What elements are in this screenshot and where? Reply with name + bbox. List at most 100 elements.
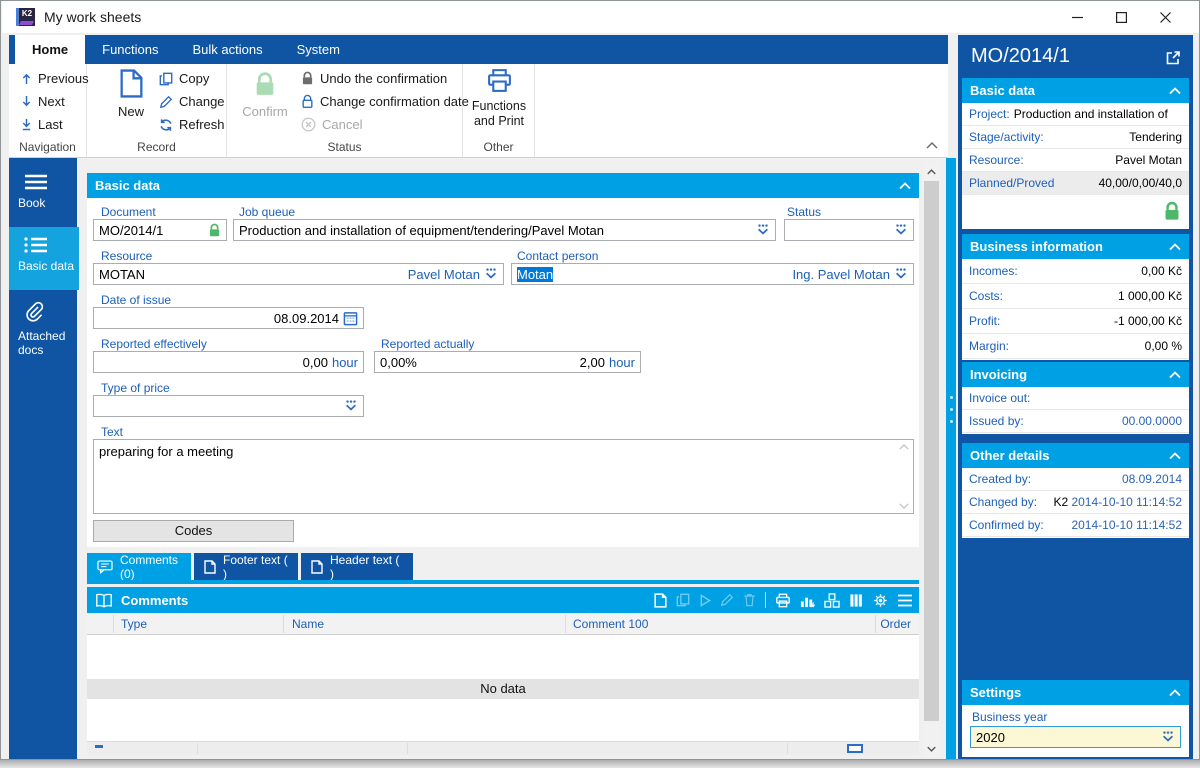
reported-effectively-input[interactable]: 0,00 hour xyxy=(93,351,364,373)
new-button[interactable]: New xyxy=(109,69,153,119)
column-order[interactable]: Order xyxy=(880,613,911,635)
open-book-icon xyxy=(95,593,113,608)
scrollbar-thumb[interactable] xyxy=(924,181,939,721)
toolbar-separator xyxy=(765,592,766,608)
contact-person-label: Contact person xyxy=(517,249,599,263)
collapse-section-icon[interactable] xyxy=(1169,87,1181,94)
sidebar-item-basic-data[interactable]: Basic data xyxy=(9,227,79,290)
group-label-other: Other xyxy=(483,140,514,154)
cubes-icon[interactable] xyxy=(824,592,840,608)
confirm-button[interactable]: Confirm xyxy=(239,71,291,119)
app-window: K2 My work sheets Home Functions Bulk ac… xyxy=(0,0,1200,760)
ribbon-group-status: Confirm Undo the confirmation Change con… xyxy=(227,64,469,157)
info-row: Incomes: 0,00 Kč xyxy=(962,259,1189,284)
functions-and-print-button[interactable]: Functions and Print xyxy=(467,68,531,129)
previous-button[interactable]: Previous xyxy=(21,68,89,89)
document-icon xyxy=(311,559,323,574)
collapse-section-icon[interactable] xyxy=(1169,371,1181,378)
collapse-section-icon[interactable] xyxy=(1169,452,1181,459)
scrollbar-down-icon[interactable] xyxy=(923,740,940,757)
cancel-button[interactable]: Cancel xyxy=(301,114,362,135)
lock-blue-outline-icon xyxy=(301,94,314,109)
dropdown-icon[interactable] xyxy=(344,399,358,413)
copy-record-icon[interactable] xyxy=(676,593,690,607)
menu-hamburger-icon[interactable] xyxy=(897,594,913,607)
dropdown-icon[interactable] xyxy=(756,223,770,237)
dropdown-icon[interactable] xyxy=(1161,730,1175,744)
column-type[interactable]: Type xyxy=(121,613,147,635)
status-input[interactable] xyxy=(784,219,914,241)
contact-person-input[interactable]: Motan Ing. Pavel Motan xyxy=(511,263,914,285)
new-record-icon[interactable] xyxy=(654,592,667,608)
copy-button[interactable]: Copy xyxy=(159,68,209,89)
scroll-down-icon[interactable] xyxy=(899,503,909,509)
lock-dark-icon xyxy=(301,71,314,86)
dropdown-icon[interactable] xyxy=(894,267,908,281)
scrollbar-up-icon[interactable] xyxy=(923,163,940,180)
arrow-down-icon xyxy=(21,95,32,108)
tab-header-text[interactable]: Header text ( ) xyxy=(301,553,413,581)
lock-blue-outline-icon-item[interactable]: Change confirmation date xyxy=(301,91,469,112)
columns-icon[interactable] xyxy=(849,593,864,608)
collapse-section-icon[interactable] xyxy=(899,182,911,189)
date-of-issue-input[interactable]: 08.09.2014 xyxy=(93,307,364,329)
edit-pencil-icon[interactable] xyxy=(720,593,734,607)
refresh-button[interactable]: Refresh xyxy=(159,114,225,135)
minimize-button[interactable] xyxy=(1055,1,1099,33)
sidebar-item-attached-docs[interactable]: Attached docs xyxy=(9,291,77,357)
maximize-button[interactable] xyxy=(1099,1,1143,33)
active-tab-strip xyxy=(87,580,919,584)
tab-footer-text[interactable]: Footer text ( ) xyxy=(194,553,298,581)
hour-unit: hour xyxy=(331,354,358,370)
speech-bubble-icon xyxy=(97,559,113,574)
next-button[interactable]: Next xyxy=(21,91,65,112)
dropdown-icon[interactable] xyxy=(484,267,498,281)
column-comment[interactable]: Comment 100 xyxy=(573,613,648,635)
tab-bulk-actions[interactable]: Bulk actions xyxy=(176,35,280,64)
app-logo-icon: K2 xyxy=(16,8,35,26)
play-icon[interactable] xyxy=(699,593,711,607)
change-button[interactable]: Change xyxy=(159,91,225,112)
right-info-panel: MO/2014/1 Basic data Project: Production… xyxy=(958,35,1193,759)
settings-gear-icon[interactable] xyxy=(873,593,888,608)
tab-functions[interactable]: Functions xyxy=(85,35,175,64)
hour-unit: hour xyxy=(608,354,635,370)
business-year-label: Business year xyxy=(972,710,1048,724)
job-queue-input[interactable]: Production and installation of equipment… xyxy=(233,219,776,241)
info-row: Confirmed by: 2014-10-10 11:14:52 xyxy=(962,514,1189,537)
undo-confirmation-button[interactable]: Undo the confirmation xyxy=(301,68,447,89)
print-icon[interactable] xyxy=(775,593,791,608)
change-confirmation-date-button: Change confirmation date xyxy=(320,94,469,109)
close-button[interactable] xyxy=(1143,1,1187,33)
tab-system[interactable]: System xyxy=(280,35,357,64)
resource-input[interactable]: MOTAN Pavel Motan xyxy=(93,263,504,285)
type-of-price-input[interactable] xyxy=(93,395,364,417)
tab-home[interactable]: Home xyxy=(15,35,86,64)
pencil-icon xyxy=(159,95,173,109)
delete-trash-icon[interactable] xyxy=(743,593,756,607)
info-row: Stage/activity: Tendering xyxy=(962,126,1189,149)
open-external-icon[interactable] xyxy=(1165,50,1181,66)
dropdown-icon[interactable] xyxy=(894,223,908,237)
main-scrollbar[interactable] xyxy=(923,163,940,757)
scroll-up-icon[interactable] xyxy=(899,444,909,450)
chart-icon[interactable] xyxy=(800,593,815,608)
collapse-section-icon[interactable] xyxy=(1169,243,1181,250)
panel-splitter[interactable] xyxy=(946,158,956,759)
document-input[interactable]: MO/2014/1 xyxy=(93,219,227,241)
sidebar-item-book[interactable]: Book xyxy=(9,164,77,224)
reported-actually-input[interactable]: 0,00% 2,00 hour xyxy=(374,351,641,373)
new-document-icon xyxy=(120,69,143,98)
column-name[interactable]: Name xyxy=(292,613,324,635)
resource-display: Pavel Motan xyxy=(407,266,480,282)
ribbon-collapse-icon[interactable] xyxy=(926,142,938,149)
business-year-input[interactable]: 2020 xyxy=(970,726,1181,748)
last-button[interactable]: Last xyxy=(21,114,63,135)
calendar-icon[interactable] xyxy=(343,311,358,326)
codes-button[interactable]: Codes xyxy=(93,520,294,542)
collapse-section-icon[interactable] xyxy=(1169,689,1181,696)
text-area[interactable]: preparing for a meeting xyxy=(93,439,914,514)
tab-comments[interactable]: Comments (0) xyxy=(87,553,191,581)
comments-toolbar xyxy=(654,587,913,613)
text-label: Text xyxy=(101,425,124,439)
